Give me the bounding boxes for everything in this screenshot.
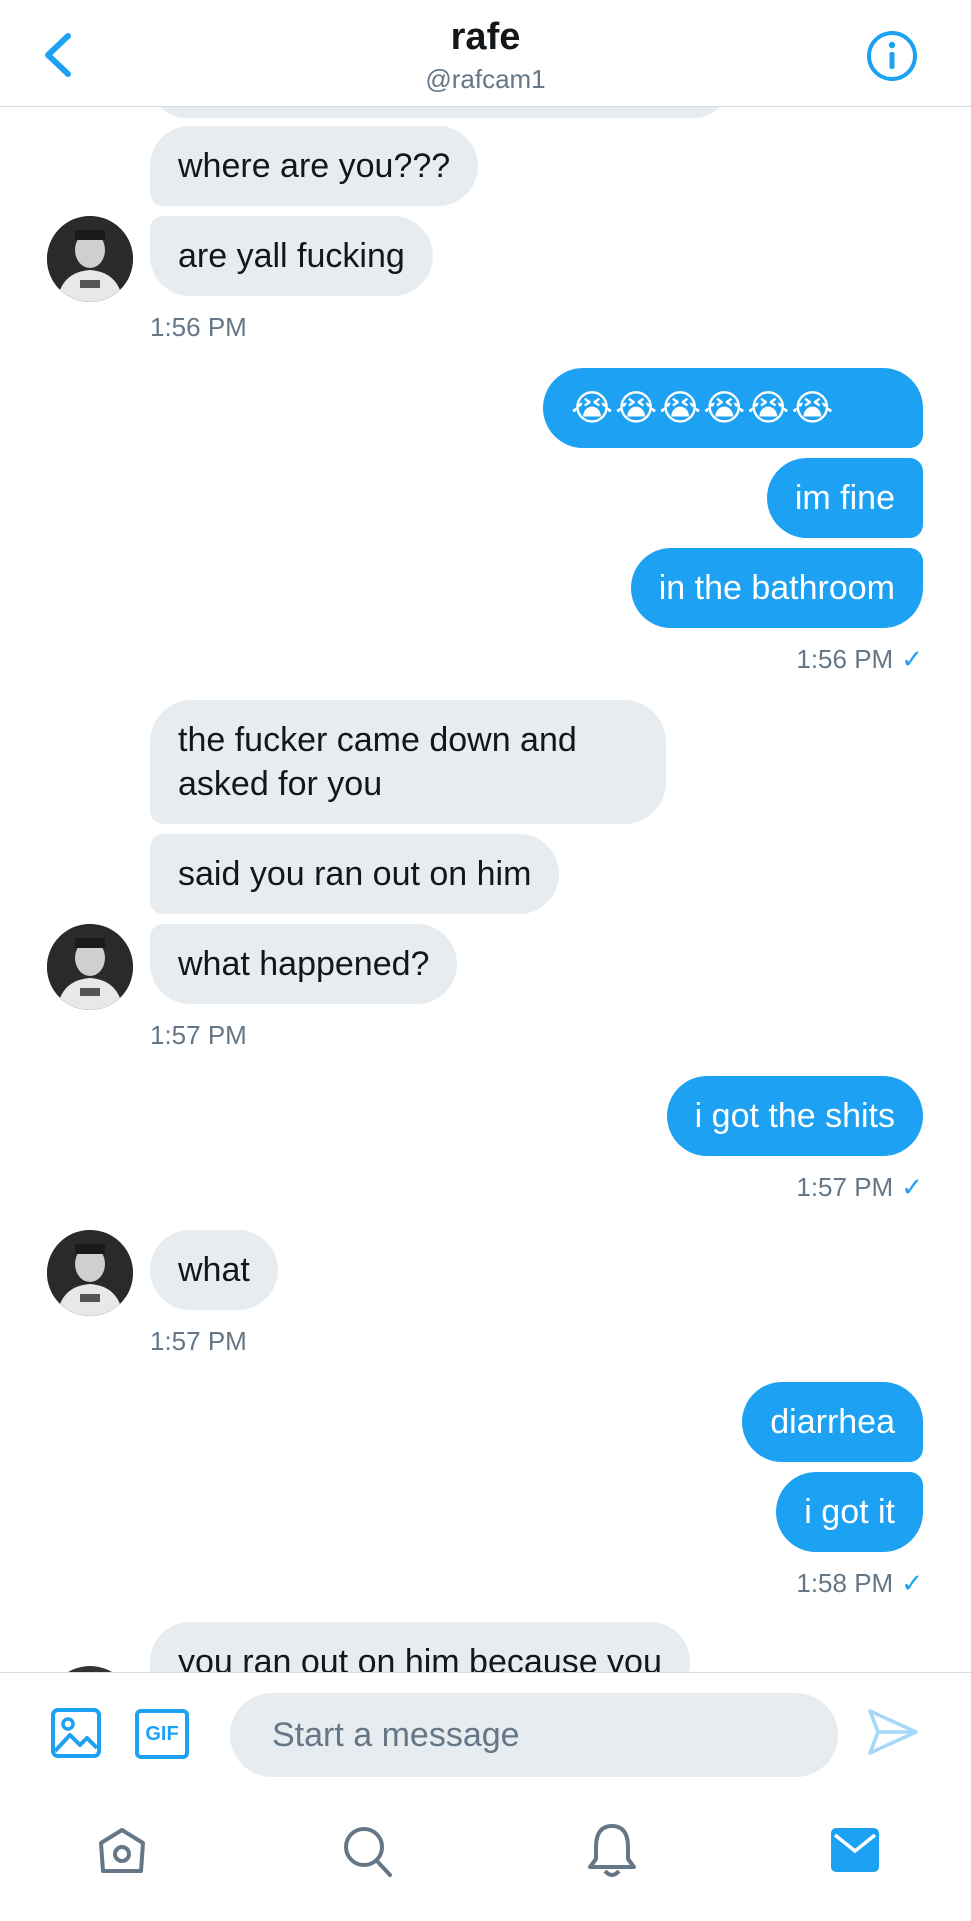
mail-icon[interactable] bbox=[830, 1827, 880, 1873]
bell-icon[interactable] bbox=[586, 1821, 638, 1879]
message-bubble-outgoing: i got the shits bbox=[666, 1076, 923, 1156]
conversation-handle: @rafcam1 bbox=[425, 64, 546, 94]
message-timestamp: 1:57 PM ✓ bbox=[796, 1172, 923, 1203]
image-icon[interactable] bbox=[50, 1707, 102, 1759]
read-check-icon: ✓ bbox=[901, 1568, 923, 1598]
read-check-icon: ✓ bbox=[901, 1172, 923, 1202]
timestamp-text: 1:57 PM bbox=[796, 1172, 894, 1202]
info-icon[interactable] bbox=[866, 30, 918, 82]
message-bubble-outgoing: im fine bbox=[766, 458, 923, 538]
message-bubble-incoming: you ran out on him because you bbox=[150, 1622, 690, 1672]
read-check-icon: ✓ bbox=[901, 644, 923, 674]
message-bubble-incoming: the fucker came down and asked for you bbox=[150, 700, 666, 824]
message-timestamp: 1:58 PM ✓ bbox=[796, 1568, 923, 1599]
conversation-title: rafe bbox=[450, 16, 521, 58]
message-bubble-incoming: what bbox=[150, 1230, 278, 1310]
message-bubble-incoming bbox=[150, 106, 730, 118]
composer-bar: GIF Start a message bbox=[0, 1672, 971, 1921]
message-input[interactable]: Start a message bbox=[230, 1693, 838, 1777]
message-timestamp: 1:57 PM bbox=[150, 1326, 247, 1356]
message-bubble-outgoing: in the bathroom bbox=[630, 548, 923, 628]
message-bubble-outgoing: 😭😭😭😭😭😭 bbox=[543, 368, 923, 448]
message-bubble-incoming: said you ran out on him bbox=[150, 834, 560, 914]
conversation-header: rafe @rafcam1 bbox=[0, 0, 971, 107]
timestamp-text: 1:58 PM bbox=[796, 1568, 894, 1598]
message-timestamp: 1:56 PM bbox=[150, 312, 247, 342]
message-bubble-incoming: what happened? bbox=[150, 924, 458, 1004]
timestamp-text: 1:56 PM bbox=[796, 644, 894, 674]
avatar[interactable] bbox=[47, 1230, 133, 1316]
message-bubble-outgoing: diarrhea bbox=[742, 1382, 923, 1462]
home-icon[interactable] bbox=[96, 1825, 148, 1877]
avatar[interactable] bbox=[47, 216, 133, 302]
search-icon[interactable] bbox=[340, 1823, 394, 1879]
avatar[interactable] bbox=[47, 924, 133, 1010]
message-bubble-incoming: where are you??? bbox=[150, 126, 479, 206]
message-timestamp: 1:56 PM ✓ bbox=[796, 644, 923, 675]
message-list[interactable]: where are you??? are yall fucking 1:56 P… bbox=[0, 106, 971, 1672]
gif-icon[interactable]: GIF bbox=[135, 1709, 189, 1759]
message-timestamp: 1:57 PM bbox=[150, 1020, 247, 1050]
send-icon[interactable] bbox=[866, 1707, 920, 1757]
message-bubble-outgoing: i got it bbox=[776, 1472, 923, 1552]
message-bubble-incoming: are yall fucking bbox=[150, 216, 433, 296]
